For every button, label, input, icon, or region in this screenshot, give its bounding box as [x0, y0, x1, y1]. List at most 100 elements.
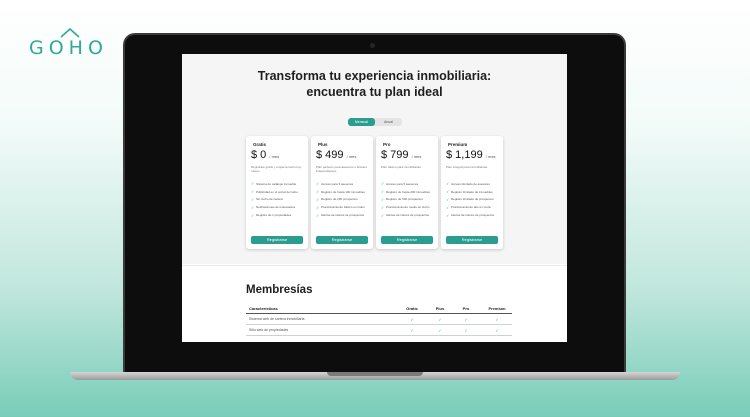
feature-label: Registro ilimitado de inmuebles — [451, 189, 493, 194]
feature-item: ✓ Registro ilimitado de inmuebles — [446, 188, 502, 196]
title-line-2: encuentra tu plan ideal — [306, 85, 443, 99]
feature-item: ✓ Alertas de interés de prospectos — [381, 211, 437, 219]
feature-item: ✓ Registro ilimitado de prospectos — [446, 196, 502, 204]
register-button[interactable]: Registrarse — [251, 236, 303, 244]
table-row: Sitio web de propiedades ✓ ✓ ✓ ✓ — [246, 325, 512, 336]
plan-name: Pro — [383, 142, 391, 147]
feature-label: Alertas de interés de prospectos — [321, 213, 365, 218]
feature-item: ✓ Notificaciones de interesados — [251, 203, 307, 211]
feature-label: Acceso ilimitado de asesores — [451, 181, 490, 186]
plan-price: $ 1,199 / mes — [446, 149, 496, 161]
billing-toggle[interactable]: Mensual Anual — [348, 118, 402, 126]
laptop-screen: Transforma tu experiencia inmobiliaria: … — [182, 54, 567, 342]
section-divider — [182, 265, 567, 266]
check-icon: ✓ — [495, 328, 499, 333]
feature-label: Posicionamiento medio en Goho — [386, 205, 430, 210]
check-icon: ✓ — [410, 317, 414, 322]
plan-price: $ 499 / mes — [316, 149, 356, 161]
header-premium: Premium — [488, 306, 506, 311]
check-icon: ✓ — [495, 317, 499, 322]
check-icon: ✓ — [438, 317, 442, 322]
feature-list: ✓ Sistema de catálogo inmueble ✓ Publicida… — [251, 180, 307, 219]
price-value: $ 1,199 — [446, 149, 483, 161]
feature-item: ✓ Acceso para 3 asesores — [316, 180, 372, 188]
price-value: $ 799 — [381, 149, 409, 161]
feature-label: Registro de 200 prospectos — [321, 197, 358, 202]
feature-label: Alertas de interés de prospectos — [386, 213, 430, 218]
feature-list: ✓ Acceso para 3 asesores ✓ Registro de has… — [316, 180, 372, 219]
feature-label: Publicidad en el portal de Goho — [256, 189, 298, 194]
feature-item: ✓ Registro de hasta 200 inmuebles — [381, 188, 437, 196]
feature-label: Sistema de catálogo inmueble — [256, 181, 297, 186]
register-button[interactable]: Registrarse — [446, 236, 498, 244]
price-value: $ 499 — [316, 149, 344, 161]
price-period: / mes — [269, 154, 280, 159]
feature-item: ✓ Sistema de catálogo inmueble — [251, 180, 307, 188]
feature-item: ✓ Registro de 1 propiedades — [251, 211, 307, 219]
feature-label: Registro ilimitado de prospectos — [451, 197, 494, 202]
plan-description: Plan perfecto para asesores o brokers in… — [316, 165, 367, 173]
table-header-row: Características Gratis Plus Pro Premium — [246, 303, 512, 314]
feature-label: Registro de 500 prospectos — [386, 197, 423, 202]
feature-item: ✓ Alertas de interés de prospectos — [446, 211, 502, 219]
feature-item: ✓ Posicionamiento básico en Goho — [316, 203, 372, 211]
plan-name: Plus — [318, 142, 328, 147]
title-line-1: Transforma tu experiencia inmobiliaria: — [257, 69, 492, 83]
check-icon: ✓ — [464, 317, 468, 322]
feature-label: Registro de hasta 200 inmuebles — [386, 189, 430, 194]
plan-card-premium: Premium $ 1,199 / mes Plan integral para… — [441, 136, 503, 249]
plan-card-pro: Pro $ 799 / mes Plan básico para inmobil… — [376, 136, 438, 249]
feature-label: Notificaciones de interesados — [256, 205, 296, 210]
check-icon: ✓ — [464, 328, 468, 333]
feature-label: Alertas de interés de prospectos — [451, 213, 495, 218]
plan-description: Plan integral para inmobiliarias. — [446, 165, 488, 169]
feature-label: Sin Goho de cartera — [256, 197, 283, 202]
feature-item: ✓ Publicidad en el portal de Goho — [251, 188, 307, 196]
toggle-annual[interactable]: Anual — [375, 118, 402, 126]
plan-price: $ 0 / mes — [251, 149, 279, 161]
check-icon: ✓ — [438, 328, 442, 333]
camera-icon — [370, 43, 375, 48]
price-value: $ 0 — [251, 149, 267, 161]
header-features: Características — [249, 306, 278, 311]
row-feature: Sistema web de cartera inmobiliaria — [249, 317, 305, 321]
plan-price: $ 799 / mes — [381, 149, 421, 161]
header-gratis: Gratis — [406, 306, 418, 311]
page-title: Transforma tu experiencia inmobiliaria: … — [182, 68, 567, 100]
header-plus: Plus — [435, 306, 445, 311]
feature-item: ✓ Registro de hasta 100 inmuebles — [316, 188, 372, 196]
plan-name: Gratis — [253, 142, 267, 147]
memberships-table: Características Gratis Plus Pro Premium … — [246, 303, 512, 336]
goho-logo[interactable]: GOHO ® — [29, 24, 134, 59]
pricing-hero: Transforma tu experiencia inmobiliaria: … — [182, 54, 567, 264]
feature-label: Registro de 1 propiedades — [256, 213, 292, 218]
register-button[interactable]: Registrarse — [381, 236, 433, 244]
feature-item: ✓ Registro de 200 prospectos — [316, 196, 372, 204]
price-period: / mes — [411, 154, 422, 159]
table-row: Sistema web de cartera inmobiliaria ✓ ✓ … — [246, 314, 512, 325]
feature-label: Registro de hasta 100 inmuebles — [321, 189, 365, 194]
header-pro: Pro — [462, 306, 470, 311]
feature-item: ✓ Acceso ilimitado de asesores — [446, 180, 502, 188]
logo-text: GOHO — [29, 37, 108, 59]
toggle-monthly[interactable]: Mensual — [348, 118, 375, 126]
feature-label: Acceso para 3 asesores — [321, 181, 354, 186]
feature-item: ✓ Registro de 500 prospectos — [381, 196, 437, 204]
feature-item: ✓ Alertas de interés de prospectos — [316, 211, 372, 219]
feature-item: ✓ Sin Goho de cartera — [251, 196, 307, 204]
feature-item: ✓ Posicionamiento alto en Goho — [446, 203, 502, 211]
feature-label: Acceso para 5 asesores — [386, 181, 419, 186]
plan-description: Regístrate gratis y empieza Goho hoy mis… — [251, 165, 302, 173]
feature-label: Posicionamiento básico en Goho — [321, 205, 365, 210]
plan-name: Premium — [448, 142, 468, 147]
feature-list: ✓ Acceso ilimitado de asesores ✓ Registro … — [446, 180, 502, 219]
row-feature: Sitio web de propiedades — [249, 328, 289, 332]
check-icon: ✓ — [410, 328, 414, 333]
memberships-title: Membresías — [246, 284, 313, 296]
feature-item: ✓ Acceso para 5 asesores — [381, 180, 437, 188]
plan-description: Plan básico para inmobiliarias. — [381, 165, 422, 169]
price-period: / mes — [346, 154, 357, 159]
plan-card-gratis: Gratis $ 0 / mes Regístrate gratis y emp… — [246, 136, 308, 249]
feature-list: ✓ Acceso para 5 asesores ✓ Registro de has… — [381, 180, 437, 219]
register-button[interactable]: Registrarse — [316, 236, 368, 244]
